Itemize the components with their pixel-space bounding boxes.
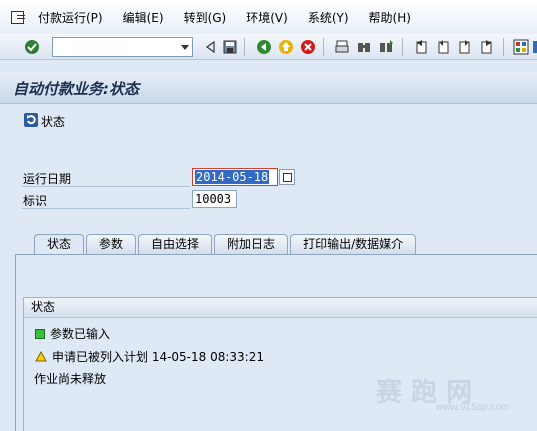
- chevron-down-icon[interactable]: [181, 45, 189, 50]
- title-bar: 自动付款业务:状态: [0, 72, 537, 104]
- prev-page-icon[interactable]: [435, 39, 451, 55]
- standard-toolbar: [0, 34, 537, 60]
- value-help-icon[interactable]: [279, 169, 295, 185]
- status-line: 申请已被列入计划 14-05-18 08:33:21: [35, 348, 264, 365]
- help-icon[interactable]: [533, 39, 537, 55]
- document-menu-icon[interactable]: [10, 9, 26, 25]
- run-date-label: 运行日期: [23, 172, 72, 186]
- exit-icon[interactable]: [278, 39, 294, 55]
- command-field[interactable]: [52, 37, 193, 57]
- check-icon[interactable]: [24, 39, 40, 55]
- id-input[interactable]: 10003: [192, 190, 237, 208]
- layout-icon[interactable]: [513, 39, 529, 55]
- status-line: 参数已输入: [35, 325, 110, 342]
- green-back-icon[interactable]: [256, 39, 272, 55]
- find-next-icon[interactable]: [378, 39, 394, 55]
- watermark-url: www.915ap.com: [436, 402, 510, 413]
- run-date-input[interactable]: 2014-05-18: [192, 168, 278, 186]
- tab-status[interactable]: 状态: [34, 234, 85, 254]
- status-line-text: 申请已被列入计划 14-05-18 08:33:21: [52, 350, 264, 364]
- menu-environment[interactable]: 环境(V): [246, 9, 288, 26]
- status-group-title: 状态: [24, 298, 537, 318]
- page-title: 自动付款业务:状态: [13, 80, 139, 98]
- warning-triangle-icon: [35, 351, 47, 362]
- status-line-text: 参数已输入: [50, 327, 111, 341]
- menu-payment-run[interactable]: 付款运行(P): [38, 9, 103, 26]
- print-icon[interactable]: [334, 39, 350, 55]
- status-line-text: 作业尚未释放: [34, 372, 107, 386]
- tab-additional-log[interactable]: 附加日志: [214, 234, 289, 254]
- tab-free-selection[interactable]: 自由选择: [138, 234, 213, 254]
- status-button-label: 状态: [41, 115, 66, 129]
- menu-bar: 付款运行(P) 编辑(E) 转到(G) 环境(V) 系统(Y) 帮助(H): [0, 0, 537, 34]
- status-line: 作业尚未释放: [34, 370, 106, 387]
- status-button[interactable]: 状态: [23, 112, 65, 131]
- green-square-icon: [35, 328, 45, 339]
- menu-help[interactable]: 帮助(H): [369, 9, 411, 26]
- back-triangle-icon[interactable]: [203, 39, 219, 55]
- last-page-icon[interactable]: [479, 39, 495, 55]
- menu-system[interactable]: 系统(Y): [308, 9, 349, 26]
- refresh-icon: [23, 112, 39, 131]
- menu-goto[interactable]: 转到(G): [184, 9, 227, 26]
- save-icon[interactable]: [222, 39, 238, 55]
- menu-edit[interactable]: 编辑(E): [123, 9, 164, 26]
- find-icon[interactable]: [356, 39, 372, 55]
- cancel-icon[interactable]: [300, 39, 316, 55]
- id-label: 标识: [23, 194, 48, 208]
- tab-parameters[interactable]: 参数: [86, 234, 137, 254]
- tab-strip: 状态 参数 自由选择 附加日志 打印输出/数据媒介: [34, 234, 418, 254]
- run-date-value: 2014-05-18: [195, 170, 270, 184]
- application-toolbar: 状态: [0, 105, 537, 135]
- first-page-icon[interactable]: [413, 39, 429, 55]
- next-page-icon[interactable]: [457, 39, 473, 55]
- tab-printout-media[interactable]: 打印输出/数据媒介: [290, 234, 417, 254]
